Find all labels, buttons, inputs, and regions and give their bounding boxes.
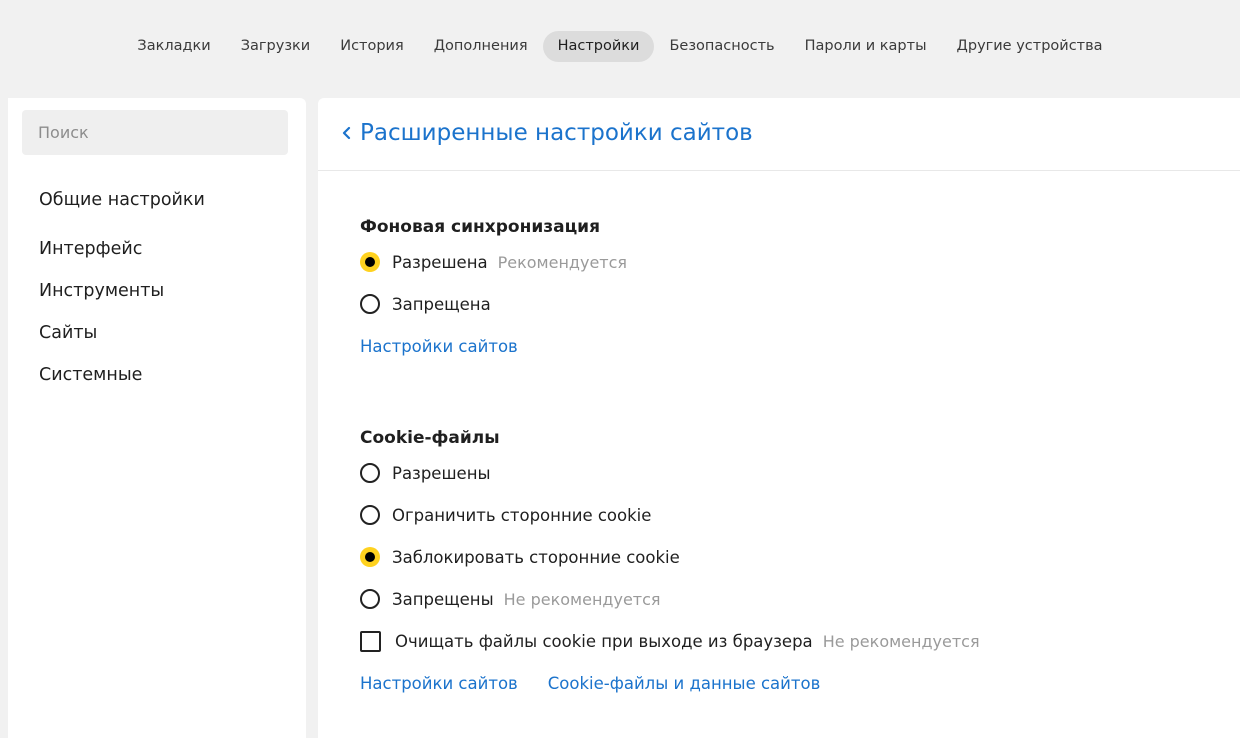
radio-unselected-icon [360,505,380,525]
radio-unselected-icon [360,589,380,609]
tab-settings[interactable]: Настройки [542,31,655,62]
tab-extensions[interactable]: Дополнения [419,31,543,62]
option-label: Ограничить сторонние cookie [392,505,652,525]
site-settings-link[interactable]: Настройки сайтов [360,337,518,356]
section-title: Фоновая синхронизация [360,217,601,237]
option-label: Очищать файлы cookie при выходе из брауз… [395,631,813,651]
option-label: Запрещена [392,294,491,314]
site-settings-link[interactable]: Настройки сайтов [360,674,518,693]
section-links: Настройки сайтов [360,325,627,367]
cookies-section: Cookie-файлы Разрешены Ограничить сторон… [360,425,980,704]
option-label: Разрешена [392,252,488,272]
radio-unselected-icon [360,294,380,314]
search-input[interactable]: Поиск [22,110,288,155]
chevron-left-icon [338,122,356,144]
back-button[interactable]: Расширенные настройки сайтов [338,120,753,146]
page-header: Расширенные настройки сайтов [318,98,1240,171]
option-label: Заблокировать сторонние cookie [392,547,680,567]
radio-background-sync-denied[interactable]: Запрещена [360,283,627,325]
radio-background-sync-allowed[interactable]: Разрешена Рекомендуется [360,241,627,283]
sidebar-item-sites[interactable]: Сайты [39,312,205,354]
radio-selected-icon [360,252,380,272]
top-navigation-tabs: Закладки Загрузки История Дополнения Нас… [0,31,1240,62]
section-links: Настройки сайтов Cookie-файлы и данные с… [360,662,980,704]
sidebar-item-tools[interactable]: Инструменты [39,270,205,312]
radio-cookies-limit-third-party[interactable]: Ограничить сторонние cookie [360,494,980,536]
page-title: Расширенные настройки сайтов [360,120,753,146]
settings-main-panel: Расширенные настройки сайтов Фоновая син… [318,98,1240,738]
option-note: Рекомендуется [497,252,628,272]
radio-selected-icon [360,547,380,567]
tab-bookmarks[interactable]: Закладки [122,31,225,62]
sidebar-item-interface[interactable]: Интерфейс [39,228,205,270]
background-sync-section: Фоновая синхронизация Разрешена Рекоменд… [360,214,627,367]
option-label: Разрешены [392,463,491,483]
sidebar-menu: Общие настройки Интерфейс Инструменты Са… [39,189,205,396]
tab-security[interactable]: Безопасность [654,31,789,62]
tab-passwords-cards[interactable]: Пароли и карты [790,31,942,62]
sidebar-item-general[interactable]: Общие настройки [39,186,205,214]
option-label: Запрещены [392,589,494,609]
option-note: Не рекомендуется [503,589,661,609]
section-title: Cookie-файлы [360,428,500,448]
radio-cookies-denied[interactable]: Запрещены Не рекомендуется [360,578,980,620]
tab-history[interactable]: История [325,31,419,62]
radio-cookies-allowed[interactable]: Разрешены [360,452,980,494]
radio-unselected-icon [360,463,380,483]
option-note: Не рекомендуется [822,631,980,651]
top-navigation: Закладки Загрузки История Дополнения Нас… [0,0,1240,92]
cookies-and-site-data-link[interactable]: Cookie-файлы и данные сайтов [548,674,821,693]
sidebar-item-system[interactable]: Системные [39,354,205,396]
tab-downloads[interactable]: Загрузки [226,31,325,62]
checkbox-icon [360,630,381,652]
settings-sidebar: Поиск Общие настройки Интерфейс Инструме… [8,98,306,738]
checkbox-clear-cookies-on-exit[interactable]: Очищать файлы cookie при выходе из брауз… [360,620,980,662]
tab-other-devices[interactable]: Другие устройства [942,31,1118,62]
radio-cookies-block-third-party[interactable]: Заблокировать сторонние cookie [360,536,980,578]
